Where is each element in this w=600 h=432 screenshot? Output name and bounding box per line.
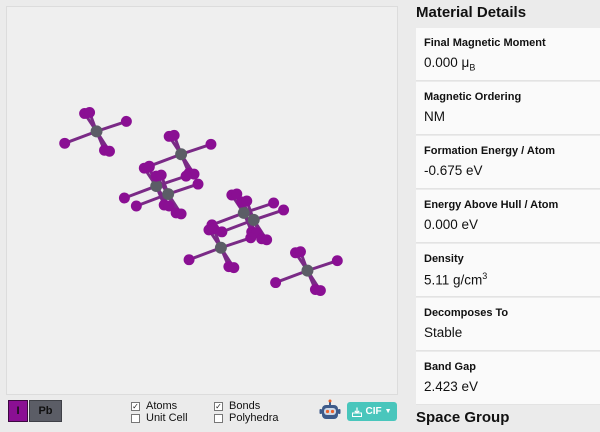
element-button-i[interactable]: I	[8, 400, 28, 422]
iodine-atom[interactable]	[143, 161, 155, 173]
iodine-atom[interactable]	[245, 232, 257, 244]
iodine-atom[interactable]	[104, 145, 115, 157]
lead-atom[interactable]	[162, 188, 175, 201]
bonds-checkbox[interactable]: ✓	[214, 401, 223, 411]
detail-label: Density	[424, 253, 464, 265]
iodine-atom[interactable]	[155, 169, 167, 181]
detail-value: 0.000 μB	[424, 55, 476, 73]
detail-label: Energy Above Hull / Atom	[424, 199, 559, 211]
material-details-title: Material Details	[416, 4, 527, 21]
atoms-checkbox[interactable]: ✓	[131, 401, 140, 411]
detail-label: Decomposes To	[424, 307, 509, 319]
lead-atom[interactable]	[301, 264, 314, 277]
detail-density: Density 5.11 g/cm3	[416, 244, 600, 297]
iodine-atom[interactable]	[180, 170, 192, 182]
bonds-toggle[interactable]: ✓ Bonds	[214, 400, 260, 412]
iodine-atom[interactable]	[278, 204, 290, 216]
detail-value: Stable	[424, 325, 463, 340]
detail-energy-above-hull: Energy Above Hull / Atom 0.000 eV	[416, 190, 600, 243]
detail-label: Formation Energy / Atom	[424, 145, 555, 157]
lead-atom[interactable]	[237, 206, 250, 219]
lead-atom[interactable]	[90, 125, 103, 138]
detail-band-gap: Band Gap 2.423 eV	[416, 352, 600, 405]
detail-decomposes-to: Decomposes To Stable	[416, 298, 600, 351]
iodine-atom[interactable]	[208, 223, 220, 235]
polyhedra-checkbox[interactable]	[214, 413, 223, 423]
polyhedra-toggle[interactable]: Polyhedra	[214, 412, 279, 424]
iodine-atom[interactable]	[168, 129, 180, 141]
atoms-label: Atoms	[146, 400, 178, 412]
caret-down-icon: ▼	[384, 408, 392, 415]
iodine-atom[interactable]	[241, 195, 253, 207]
iodine-atom[interactable]	[228, 262, 240, 274]
detail-label: Band Gap	[424, 361, 476, 373]
app-root: I Pb ✓ Atoms Unit Cell ✓ Bonds Polyhedra	[0, 0, 600, 432]
lead-atom[interactable]	[175, 148, 188, 161]
lead-atom[interactable]	[247, 213, 260, 226]
lead-atom[interactable]	[214, 241, 227, 254]
detail-value: 2.423 eV	[424, 379, 479, 394]
detail-value: 0.000 eV	[424, 217, 479, 232]
lead-atom[interactable]	[150, 180, 163, 193]
detail-magnetic-ordering: Magnetic Ordering NM	[416, 82, 600, 135]
iodine-atom[interactable]	[270, 277, 282, 289]
iodine-atom[interactable]	[120, 115, 132, 127]
iodine-atom[interactable]	[268, 197, 280, 209]
iodine-atom[interactable]	[183, 254, 195, 266]
detail-value: -0.675 eV	[424, 163, 483, 178]
iodine-atom[interactable]	[205, 138, 217, 150]
unit-cell-checkbox[interactable]	[131, 413, 140, 423]
iodine-atom[interactable]	[261, 234, 273, 246]
detail-formation-energy: Formation Energy / Atom -0.675 eV	[416, 136, 600, 189]
atoms-toggle[interactable]: ✓ Atoms	[131, 400, 177, 412]
bonds-label: Bonds	[229, 400, 261, 412]
iodine-atom[interactable]	[175, 208, 187, 220]
download-cif-label: CIF	[365, 406, 382, 417]
detail-value: NM	[424, 109, 445, 124]
unit-cell-label: Unit Cell	[146, 412, 188, 424]
element-button-pb[interactable]: Pb	[29, 400, 62, 422]
iodine-atom[interactable]	[331, 255, 343, 267]
detail-final-magnetic-moment: Final Magnetic Moment 0.000 μB	[416, 28, 600, 81]
iodine-atom[interactable]	[59, 137, 71, 149]
download-icon	[352, 407, 363, 417]
unit-cell-toggle[interactable]: Unit Cell	[131, 412, 188, 424]
polyhedra-label: Polyhedra	[229, 412, 279, 424]
structure-canvas[interactable]	[7, 7, 397, 394]
robot-icon[interactable]	[318, 399, 342, 423]
iodine-atom[interactable]	[295, 246, 306, 258]
detail-label: Final Magnetic Moment	[424, 37, 546, 49]
viewer-toolbar: I Pb ✓ Atoms Unit Cell ✓ Bonds Polyhedra	[6, 397, 404, 429]
iodine-atom[interactable]	[130, 200, 142, 212]
space-group-title: Space Group	[416, 409, 510, 426]
material-details-panel: Material Details Final Magnetic Moment 0…	[410, 0, 600, 432]
iodine-atom[interactable]	[84, 106, 96, 118]
download-cif-button[interactable]: CIF ▼	[347, 402, 397, 421]
iodine-atom[interactable]	[314, 285, 326, 297]
iodine-atom[interactable]	[118, 192, 130, 204]
structure-viewer[interactable]	[6, 6, 398, 395]
detail-label: Magnetic Ordering	[424, 91, 522, 103]
detail-value: 5.11 g/cm3	[424, 271, 488, 288]
iodine-atom[interactable]	[192, 178, 204, 190]
